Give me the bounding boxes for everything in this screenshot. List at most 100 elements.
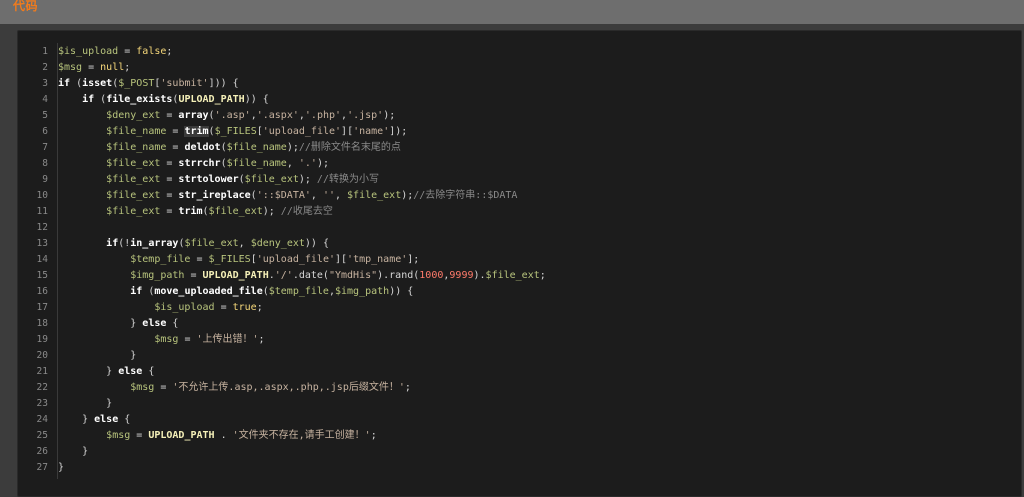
- code-line: }: [58, 396, 1013, 412]
- code-token: =: [184, 270, 203, 281]
- code-token: strtolower: [178, 174, 239, 185]
- code-content[interactable]: $is_upload = false; $msg = null; if (isset…: [58, 44, 1013, 476]
- line-number: 2: [42, 62, 48, 73]
- code-token: array: [178, 110, 209, 121]
- code-token: 'upload_file': [256, 254, 335, 265]
- code-line: if (file_exists(UPLOAD_PATH)) {: [58, 92, 1013, 108]
- code-token: $temp_file: [268, 286, 329, 297]
- code-token: false: [136, 46, 167, 57]
- line-number: 1: [42, 46, 48, 57]
- code-token: $img_path: [335, 286, 390, 297]
- code-block[interactable]: 1 2 3 4 5 6 7 8 9 10 11 12 13 14 15 16 17 18 19 20 21 22 23 24 2…: [17, 30, 1022, 497]
- code-token: ][: [335, 254, 348, 265]
- code-token: {: [166, 318, 179, 329]
- code-token: //删除文件名末尾的点: [298, 142, 401, 153]
- code-section: 1 2 3 4 5 6 7 8 9 10 11 12 13 14 15 16 17 18 19 20 21 22 23 24 2…: [0, 24, 1024, 497]
- code-token: =: [160, 190, 179, 201]
- code-token: (: [94, 94, 107, 105]
- page: 代码 1 2 3 4 5 6 7 8 9 10 11 12 13 14 15 16 17 18 19 20 21 22 23…: [0, 0, 1024, 497]
- code-token: $file_ext: [485, 270, 540, 281]
- code-token: }: [58, 350, 137, 361]
- line-number: 23: [36, 398, 48, 409]
- code-token: ;: [124, 62, 131, 73]
- code-token: '.jsp': [347, 110, 384, 121]
- line-number: 6: [42, 126, 48, 137]
- code-token: $file_name: [106, 126, 167, 137]
- code-token: =: [178, 334, 197, 345]
- code-token: UPLOAD_PATH: [178, 94, 245, 105]
- code-token: $file_name: [106, 142, 167, 153]
- line-number: 24: [36, 414, 48, 425]
- code-token: trim: [184, 126, 209, 137]
- code-line: $temp_file = $_FILES['upload_file']['tmp…: [58, 252, 1013, 268]
- code-token: $msg: [154, 334, 179, 345]
- code-token: strrchr: [178, 158, 221, 169]
- code-token: =: [118, 46, 137, 57]
- line-number-gutter: 1 2 3 4 5 6 7 8 9 10 11 12 13 14 15 16 17 18 19 20 21 22 23 24 2…: [18, 44, 54, 476]
- code-line: $is_upload = false;: [58, 44, 1013, 60]
- code-token: '::$DATA': [256, 190, 311, 201]
- line-number: 3: [42, 78, 48, 89]
- code-token: $is_upload: [154, 302, 215, 313]
- code-token: 'upload_file': [262, 126, 342, 137]
- code-token: =: [160, 174, 179, 185]
- line-number: 20: [36, 350, 48, 361]
- code-token: .date(: [292, 270, 329, 281]
- code-token: '.': [298, 158, 317, 169]
- code-line: $msg = '不允许上传.asp,.aspx,.php,.jsp后缀文件！';: [58, 380, 1013, 396]
- code-token: )) {: [244, 94, 269, 105]
- code-token: else: [94, 414, 119, 425]
- code-token: if: [82, 94, 95, 105]
- code-token: '文件夹不存在,请手工创建！': [232, 430, 371, 441]
- code-token: '不允许上传.asp,.aspx,.php,.jsp后缀文件！': [172, 382, 405, 393]
- code-line: $is_upload = true;: [58, 300, 1013, 316]
- code-token: '.asp': [214, 110, 251, 121]
- line-number: 8: [42, 158, 48, 169]
- code-token: =: [160, 110, 179, 121]
- code-token: ;: [258, 334, 265, 345]
- line-number: 15: [36, 270, 48, 281]
- line-number: 22: [36, 382, 48, 393]
- code-token: UPLOAD_PATH: [148, 430, 215, 441]
- code-token: in_array: [130, 238, 179, 249]
- code-token: }: [58, 398, 113, 409]
- section-header: 代码: [0, 0, 1024, 24]
- line-number: 5: [42, 110, 48, 121]
- code-line: $file_name = deldot($file_name);//删除文件名末…: [58, 140, 1013, 156]
- code-line: if (isset($_POST['submit'])) {: [58, 76, 1013, 92]
- line-number: 10: [36, 190, 48, 201]
- line-number: 16: [36, 286, 48, 297]
- code-token: )) {: [389, 286, 414, 297]
- code-token: =: [160, 158, 179, 169]
- code-token: ;: [166, 46, 173, 57]
- code-token: 'submit': [160, 78, 209, 89]
- line-number: 26: [36, 446, 48, 457]
- code-token: ]);: [389, 126, 408, 137]
- code-token: );: [262, 206, 281, 217]
- code-token: 9999: [449, 270, 474, 281]
- code-token: else: [142, 318, 167, 329]
- code-token: UPLOAD_PATH: [202, 270, 269, 281]
- code-token: //转换为小写: [316, 174, 379, 185]
- line-number: 4: [42, 94, 48, 105]
- code-token: $img_path: [130, 270, 185, 281]
- code-line: } else {: [58, 412, 1013, 428]
- code-token: else: [118, 366, 143, 377]
- code-token: ;: [256, 302, 263, 313]
- code-token: $temp_file: [130, 254, 191, 265]
- code-token: ;: [370, 430, 377, 441]
- code-token: str_ireplace: [178, 190, 251, 201]
- code-token: );: [298, 174, 317, 185]
